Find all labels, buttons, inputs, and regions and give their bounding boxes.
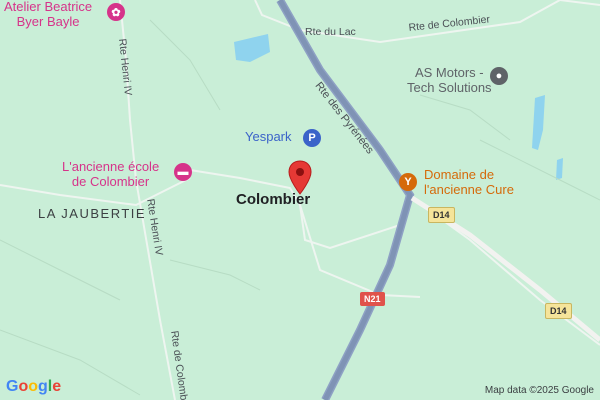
poi-atelier-line1: Atelier Beatrice xyxy=(4,0,93,14)
shield-n21: N21 xyxy=(360,292,385,306)
stream-water xyxy=(532,95,545,150)
wine-glass-icon[interactable]: Y xyxy=(399,173,417,191)
place-icon[interactable]: ● xyxy=(490,67,508,85)
logo-letter: o xyxy=(28,378,39,395)
shield-d14-b: D14 xyxy=(545,303,572,319)
poi-asmotors-line2: Tech Solutions xyxy=(407,79,492,95)
poi-domaine-line1: Domaine de xyxy=(424,167,495,182)
place-jaubertie: LA JAUBERTIE xyxy=(38,206,147,221)
poi-asmotors[interactable]: AS Motors - Tech Solutions xyxy=(407,65,492,96)
track-4 xyxy=(419,94,511,141)
logo-letter: G xyxy=(6,378,19,395)
bed-icon[interactable]: ▬ xyxy=(174,163,192,181)
poi-ecole-line1: L'ancienne école xyxy=(62,159,160,174)
poi-yespark[interactable]: Yespark xyxy=(245,129,292,145)
poi-ecole[interactable]: L'ancienne école de Colombier xyxy=(62,159,160,190)
label-rte-du-lac: Rte du Lac xyxy=(305,26,356,38)
track-3 xyxy=(169,259,261,291)
location-marker-icon[interactable] xyxy=(287,160,313,196)
track-2 xyxy=(0,239,121,301)
poi-atelier[interactable]: Atelier Beatrice Byer Bayle xyxy=(4,0,92,30)
logo-letter: o xyxy=(18,378,29,395)
google-logo[interactable]: Google xyxy=(6,378,61,396)
poi-ecole-line2: de Colombier xyxy=(71,173,150,189)
poi-domaine[interactable]: Domaine de l'ancienne Cure xyxy=(424,167,514,198)
palette-icon[interactable]: ✿ xyxy=(107,3,125,21)
logo-letter: g xyxy=(38,378,48,395)
poi-domaine-line2: l'ancienne Cure xyxy=(424,181,514,197)
road-east xyxy=(559,0,600,6)
poi-atelier-line2: Byer Bayle xyxy=(16,13,80,29)
map-attribution: Map data ©2025 Google xyxy=(484,385,594,396)
parking-icon[interactable]: P xyxy=(303,129,321,147)
map-canvas[interactable]: Rte du Lac Rte de Colombier Rte des Pyré… xyxy=(0,0,600,400)
shield-d14-a: D14 xyxy=(428,207,455,223)
stream-water-2 xyxy=(556,158,563,180)
pond-water xyxy=(234,34,270,62)
logo-letter: e xyxy=(52,378,62,395)
track-1 xyxy=(149,19,221,111)
poi-asmotors-line1: AS Motors - xyxy=(414,65,484,80)
